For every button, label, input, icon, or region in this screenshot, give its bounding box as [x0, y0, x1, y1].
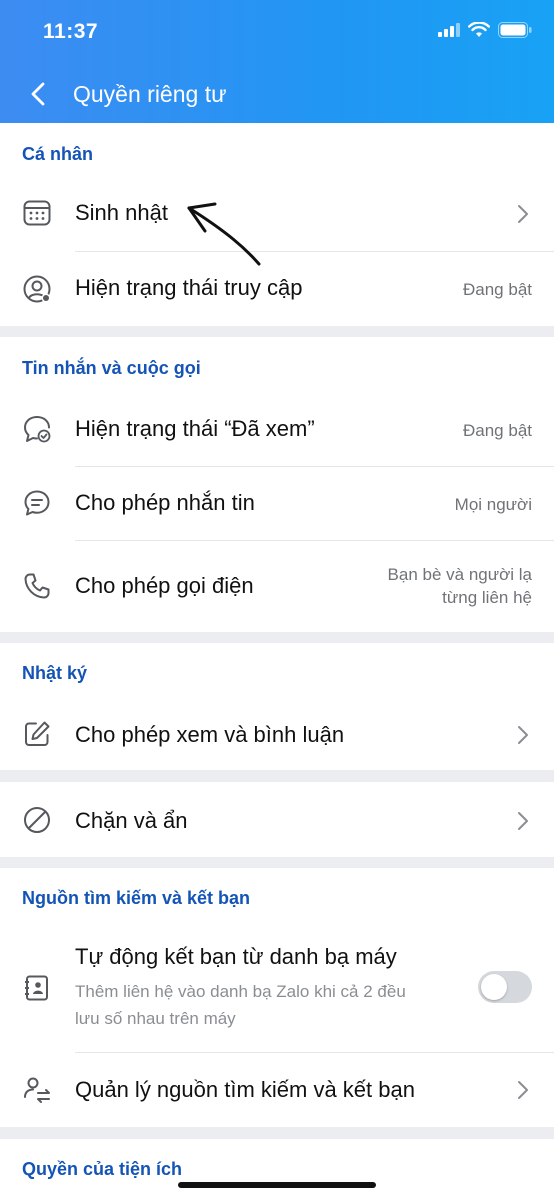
- auto-friend-toggle[interactable]: [478, 971, 532, 1003]
- section-title-messages: Tin nhắn và cuộc gọi: [22, 358, 201, 378]
- row-block-hide[interactable]: Chặn và ẩn: [0, 782, 554, 857]
- section-messages: Tin nhắn và cuộc gọi Hiện trạng thái “Đã…: [0, 337, 554, 632]
- row-label: Cho phép xem và bình luận: [75, 722, 345, 747]
- row-value: Đang bật: [463, 421, 532, 440]
- calendar-icon: [23, 200, 51, 226]
- chat-bubble-icon: [24, 490, 50, 516]
- section-diary: Nhật ký Cho phép xem và bình luận: [0, 643, 554, 770]
- row-label: Tự động kết bạn từ danh bạ máy: [75, 944, 397, 969]
- toggle-knob: [481, 974, 507, 1000]
- section-title-sources: Nguồn tìm kiếm và kết bạn: [22, 888, 251, 908]
- cellular-signal-icon: [438, 23, 460, 37]
- row-sublabel-line2: lưu số nhau trên máy: [75, 1009, 236, 1028]
- section-title-personal: Cá nhân: [22, 144, 94, 164]
- chevron-left-icon: [31, 82, 45, 106]
- user-status-icon: [23, 275, 51, 303]
- section-title-utilities: Quyền của tiện ích: [22, 1159, 183, 1179]
- row-label: Hiện trạng thái truy cập: [75, 275, 303, 300]
- battery-icon: [498, 22, 532, 38]
- chevron-right-icon: [518, 726, 528, 744]
- status-bar: 11:37: [0, 0, 554, 62]
- row-auto-friend: Tự động kết bạn từ danh bạ máy Thêm liên…: [0, 923, 554, 1051]
- home-indicator[interactable]: [178, 1182, 376, 1188]
- section-utilities: Quyền của tiện ích: [0, 1139, 554, 1200]
- row-sublabel: Thêm liên hệ vào danh bạ Zalo khi cả 2 đ…: [75, 978, 475, 1032]
- row-value: Đang bật: [463, 280, 532, 299]
- row-value: Mọi người: [454, 495, 532, 514]
- row-view-comment[interactable]: Cho phép xem và bình luận: [0, 696, 554, 770]
- row-allow-calls[interactable]: Cho phép gọi điện Bạn bè và người lạ từn…: [0, 541, 554, 632]
- row-sublabel-line1: Thêm liên hệ vào danh bạ Zalo khi cả 2 đ…: [75, 982, 406, 1001]
- row-label: Chặn và ẩn: [75, 808, 188, 833]
- wifi-icon: [468, 22, 490, 37]
- status-icons: [438, 22, 532, 38]
- phone-icon: [24, 573, 50, 599]
- block-icon: [24, 807, 50, 833]
- chevron-right-icon: [518, 1081, 528, 1099]
- annotation-arrow-icon: [187, 202, 261, 266]
- row-label: Cho phép gọi điện: [75, 573, 254, 598]
- contacts-book-icon: [25, 975, 48, 1001]
- row-value-line1: Bạn bè và người lạ: [387, 565, 532, 584]
- chevron-right-icon: [518, 812, 528, 830]
- section-title-diary: Nhật ký: [22, 663, 88, 683]
- section-sources: Nguồn tìm kiếm và kết bạn Tự động kết bạ…: [0, 868, 554, 1127]
- row-value-line2: từng liên hệ: [442, 588, 532, 607]
- nav-bar: Quyền riêng tư: [0, 70, 554, 120]
- section-personal: Cá nhân Sinh nhật Hiện trạng thái truy c…: [0, 123, 554, 326]
- chevron-right-icon: [518, 205, 528, 223]
- back-button[interactable]: [22, 76, 58, 112]
- row-label: Hiện trạng thái “Đã xem”: [75, 416, 315, 441]
- row-seen-status[interactable]: Hiện trạng thái “Đã xem” Đang bật: [0, 392, 554, 466]
- row-access-status[interactable]: Hiện trạng thái truy cập Đang bật: [0, 252, 554, 326]
- row-label: Quản lý nguồn tìm kiếm và kết bạn: [75, 1077, 415, 1102]
- section-block: Chặn và ẩn: [0, 782, 554, 857]
- row-label: Cho phép nhắn tin: [75, 490, 255, 515]
- app-header: 11:37 Quyền riêng tư: [0, 0, 554, 123]
- page-title: Quyền riêng tư: [73, 81, 227, 107]
- edit-icon: [25, 721, 50, 746]
- row-manage-sources[interactable]: Quản lý nguồn tìm kiếm và kết bạn: [0, 1053, 554, 1127]
- user-sync-icon: [24, 1077, 50, 1103]
- row-value: Bạn bè và người lạ từng liên hệ: [388, 563, 532, 609]
- row-birthday[interactable]: Sinh nhật: [0, 176, 554, 251]
- row-allow-messaging[interactable]: Cho phép nhắn tin Mọi người: [0, 467, 554, 540]
- seen-chat-icon: [24, 416, 51, 443]
- row-label: Sinh nhật: [75, 200, 168, 225]
- status-time: 11:37: [43, 20, 99, 43]
